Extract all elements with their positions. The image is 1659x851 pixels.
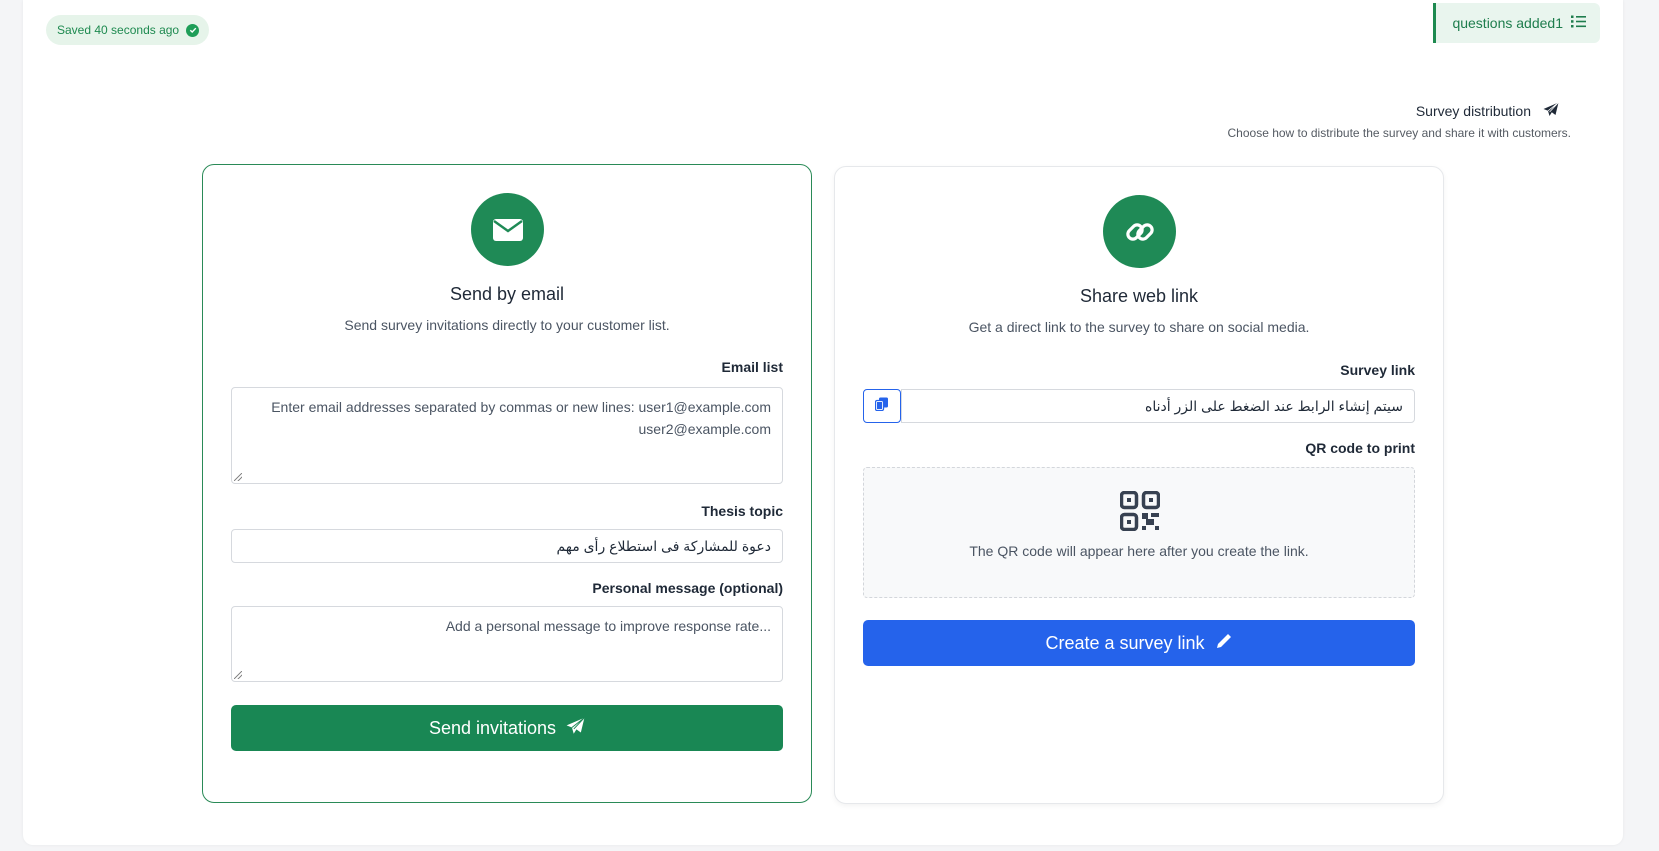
check-circle-icon xyxy=(186,23,200,37)
email-list-placeholder-line1: Enter email addresses separated by comma… xyxy=(271,399,771,415)
survey-link-label: Survey link xyxy=(1340,362,1415,378)
paper-plane-icon xyxy=(1543,102,1559,120)
personal-message-textarea[interactable]: Add a personal message to improve respon… xyxy=(231,606,783,682)
list-icon xyxy=(1571,15,1586,31)
copy-icon xyxy=(874,397,889,416)
link-icon xyxy=(1103,195,1176,268)
create-survey-link-button[interactable]: Create a survey link xyxy=(863,620,1415,666)
resize-handle-icon[interactable] xyxy=(234,473,242,481)
pencil-icon xyxy=(1215,632,1233,655)
email-list-textarea[interactable]: Enter email addresses separated by comma… xyxy=(231,387,783,484)
email-list-placeholder-line2: user2@example.com xyxy=(638,421,772,437)
paper-plane-icon xyxy=(566,716,585,740)
survey-link-value: سيتم إنشاء الرابط عند الضغط على الزر أدن… xyxy=(1145,397,1403,414)
survey-link-input[interactable]: سيتم إنشاء الرابط عند الضغط على الزر أدن… xyxy=(901,389,1415,423)
questions-added-text: questions added1 xyxy=(1452,15,1563,31)
personal-message-placeholder: Add a personal message to improve respon… xyxy=(445,618,771,634)
resize-handle-icon[interactable] xyxy=(234,671,242,679)
qr-code-icon xyxy=(1119,490,1161,536)
thesis-topic-input[interactable]: دعوة للمشاركة فى استطلاع رأى مهم xyxy=(231,529,783,563)
send-invitations-label: Send invitations xyxy=(428,717,557,738)
envelope-icon xyxy=(471,193,544,266)
thesis-topic-label: Thesis topic xyxy=(701,503,783,519)
distribution-title: Survey distribution xyxy=(1415,103,1531,119)
create-survey-link-label: Create a survey link xyxy=(1045,632,1205,653)
email-list-label: Email list xyxy=(721,359,783,375)
link-card-title: Share web link xyxy=(1079,286,1199,306)
qr-code-text: The QR code will appear here after you c… xyxy=(969,543,1309,559)
email-card-subtitle: Send survey invitations directly to your… xyxy=(344,317,670,333)
qr-code-placeholder: The QR code will appear here after you c… xyxy=(863,467,1415,598)
saved-status-badge: Saved 40 seconds ago xyxy=(46,15,210,45)
email-card-title: Send by email xyxy=(449,284,565,304)
saved-status-text: Saved 40 seconds ago xyxy=(57,23,180,37)
email-distribution-card[interactable]: Send by email Send survey invitations di… xyxy=(202,164,812,803)
questions-added-badge[interactable]: questions added1 xyxy=(1433,3,1600,43)
qr-code-label: QR code to print xyxy=(1305,440,1415,456)
copy-link-button[interactable] xyxy=(863,389,901,423)
link-card-subtitle: Get a direct link to the survey to share… xyxy=(968,319,1310,335)
send-invitations-button[interactable]: Send invitations xyxy=(231,705,783,751)
web-link-card[interactable]: Share web link Get a direct link to the … xyxy=(834,166,1444,804)
personal-message-label: Personal message (optional) xyxy=(592,580,783,596)
distribution-subtitle: Choose how to distribute the survey and … xyxy=(1227,126,1572,140)
distribution-heading: Survey distribution xyxy=(1416,102,1559,120)
thesis-topic-value: دعوة للمشاركة فى استطلاع رأى مهم xyxy=(556,537,771,554)
